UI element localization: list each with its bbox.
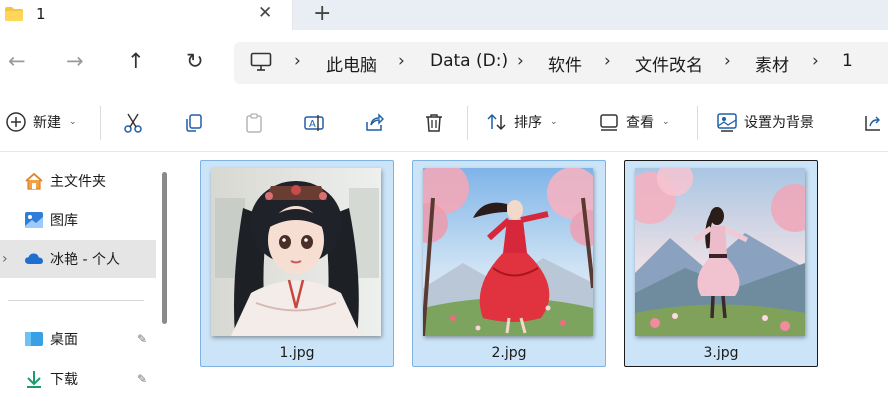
sidebar-item-label: 下载 <box>50 372 78 388</box>
breadcrumb-item[interactable]: 此电脑 <box>326 51 377 76</box>
file-name: 2.jpg <box>491 345 527 361</box>
download-icon <box>27 371 41 388</box>
sidebar-divider <box>8 300 144 301</box>
chevron-down-icon: ⌄ <box>550 117 558 127</box>
sidebar-item-onedrive[interactable]: › 冰艳 - 个人 <box>0 240 156 278</box>
home-icon <box>25 172 43 190</box>
onedrive-cloud-icon <box>25 253 43 264</box>
sort-label: 排序 <box>514 115 542 131</box>
file-name: 3.jpg <box>703 345 739 361</box>
folder-icon <box>5 7 23 21</box>
new-button[interactable]: 新建 ⌄ <box>5 111 77 133</box>
breadcrumb-separator: › <box>398 51 405 71</box>
pin-icon[interactable]: ✎ <box>137 372 147 386</box>
paste-icon[interactable] <box>243 112 265 134</box>
command-bar: 新建 ⌄ A 排序 ⌄ 查看 ⌄ 设置为背景 <box>0 94 888 152</box>
breadcrumb-item-current[interactable]: 1 <box>842 51 853 71</box>
set-as-background-label: 设置为背景 <box>744 115 814 131</box>
breadcrumb-separator: › <box>812 51 819 71</box>
image-thumbnail <box>211 168 381 336</box>
rename-icon[interactable]: A <box>303 112 325 134</box>
sidebar-item-desktop[interactable]: 桌面 ✎ <box>0 320 156 358</box>
forward-icon[interactable]: → <box>66 49 84 73</box>
add-circle-icon <box>6 112 26 132</box>
chevron-down-icon: ⌄ <box>662 117 670 127</box>
new-label: 新建 <box>33 115 61 131</box>
sidebar-item-label: 冰艳 - 个人 <box>50 252 120 268</box>
red-dress-dancer-image <box>423 168 593 336</box>
share-icon[interactable] <box>363 112 385 134</box>
navigation-bar: ← → ↑ ↻ › 此电脑 › Data (D:) › 软件 › 文件改名 › … <box>0 30 888 94</box>
toolbar-divider <box>697 106 698 140</box>
delete-icon[interactable] <box>423 112 445 134</box>
wallpaper-icon <box>717 113 737 132</box>
sidebar-item-label: 桌面 <box>50 332 78 348</box>
up-icon[interactable]: ↑ <box>127 49 145 73</box>
file-item[interactable]: 3.jpg <box>624 160 818 367</box>
sidebar-item-label: 图库 <box>50 213 78 229</box>
file-item[interactable]: 2.jpg <box>412 160 606 367</box>
new-tab-icon[interactable]: + <box>313 1 331 26</box>
rotate-left-icon[interactable] <box>862 112 884 134</box>
chevron-down-icon: ⌄ <box>69 117 77 127</box>
sidebar-scrollbar[interactable] <box>162 172 167 324</box>
back-icon[interactable]: ← <box>8 49 26 73</box>
tab-folder-1[interactable]: 1 ✕ <box>0 0 293 30</box>
navigation-pane: 主文件夹 图库 › 冰艳 - 个人 桌面 ✎ 下载 ✎ <box>0 152 172 406</box>
portrait-girl-image <box>211 168 381 336</box>
set-as-background-button[interactable]: 设置为背景 <box>716 111 814 133</box>
image-thumbnail <box>635 168 805 336</box>
sidebar-item-label: 主文件夹 <box>50 174 106 190</box>
image-thumbnail <box>423 168 593 336</box>
sidebar-item-gallery[interactable]: 图库 <box>0 201 156 239</box>
copy-icon[interactable] <box>183 112 205 134</box>
breadcrumb-item[interactable]: Data (D:) <box>430 51 508 71</box>
file-list: 1.jpg 2.jpg 3.jpg <box>172 152 888 406</box>
tab-title: 1 <box>36 5 46 23</box>
sidebar-item-downloads[interactable]: 下载 ✎ <box>0 360 156 398</box>
view-label: 查看 <box>626 115 654 131</box>
pink-dress-landscape-image <box>635 168 805 336</box>
file-item[interactable]: 1.jpg <box>200 160 394 367</box>
toolbar-divider <box>467 106 468 140</box>
svg-text:A: A <box>309 119 316 130</box>
breadcrumb-separator: › <box>604 51 611 71</box>
computer-icon <box>250 52 272 71</box>
breadcrumb-item[interactable]: 素材 <box>755 51 789 76</box>
pin-icon[interactable]: ✎ <box>137 332 147 346</box>
breadcrumb-separator: › <box>517 51 524 71</box>
tab-bar: 1 ✕ + <box>0 0 888 30</box>
breadcrumb-item[interactable]: 软件 <box>548 51 582 76</box>
toolbar-divider <box>100 106 101 140</box>
breadcrumb-separator: › <box>724 51 731 71</box>
expand-chevron-icon[interactable]: › <box>2 251 8 267</box>
breadcrumb-item[interactable]: 文件改名 <box>635 51 703 76</box>
sort-icon <box>487 113 506 131</box>
file-name: 1.jpg <box>279 345 315 361</box>
sort-button[interactable]: 排序 ⌄ <box>486 111 558 133</box>
cut-icon[interactable] <box>122 112 144 134</box>
gallery-icon <box>25 212 43 228</box>
address-bar[interactable]: › 此电脑 › Data (D:) › 软件 › 文件改名 › 素材 › 1 <box>234 42 888 84</box>
view-button[interactable]: 查看 ⌄ <box>598 111 670 133</box>
breadcrumb-separator: › <box>294 51 301 71</box>
refresh-icon[interactable]: ↻ <box>186 49 204 73</box>
desktop-icon <box>25 332 43 346</box>
tab-close-icon[interactable]: ✕ <box>258 3 272 23</box>
view-icon <box>600 114 618 131</box>
sidebar-item-home[interactable]: 主文件夹 <box>0 162 156 200</box>
